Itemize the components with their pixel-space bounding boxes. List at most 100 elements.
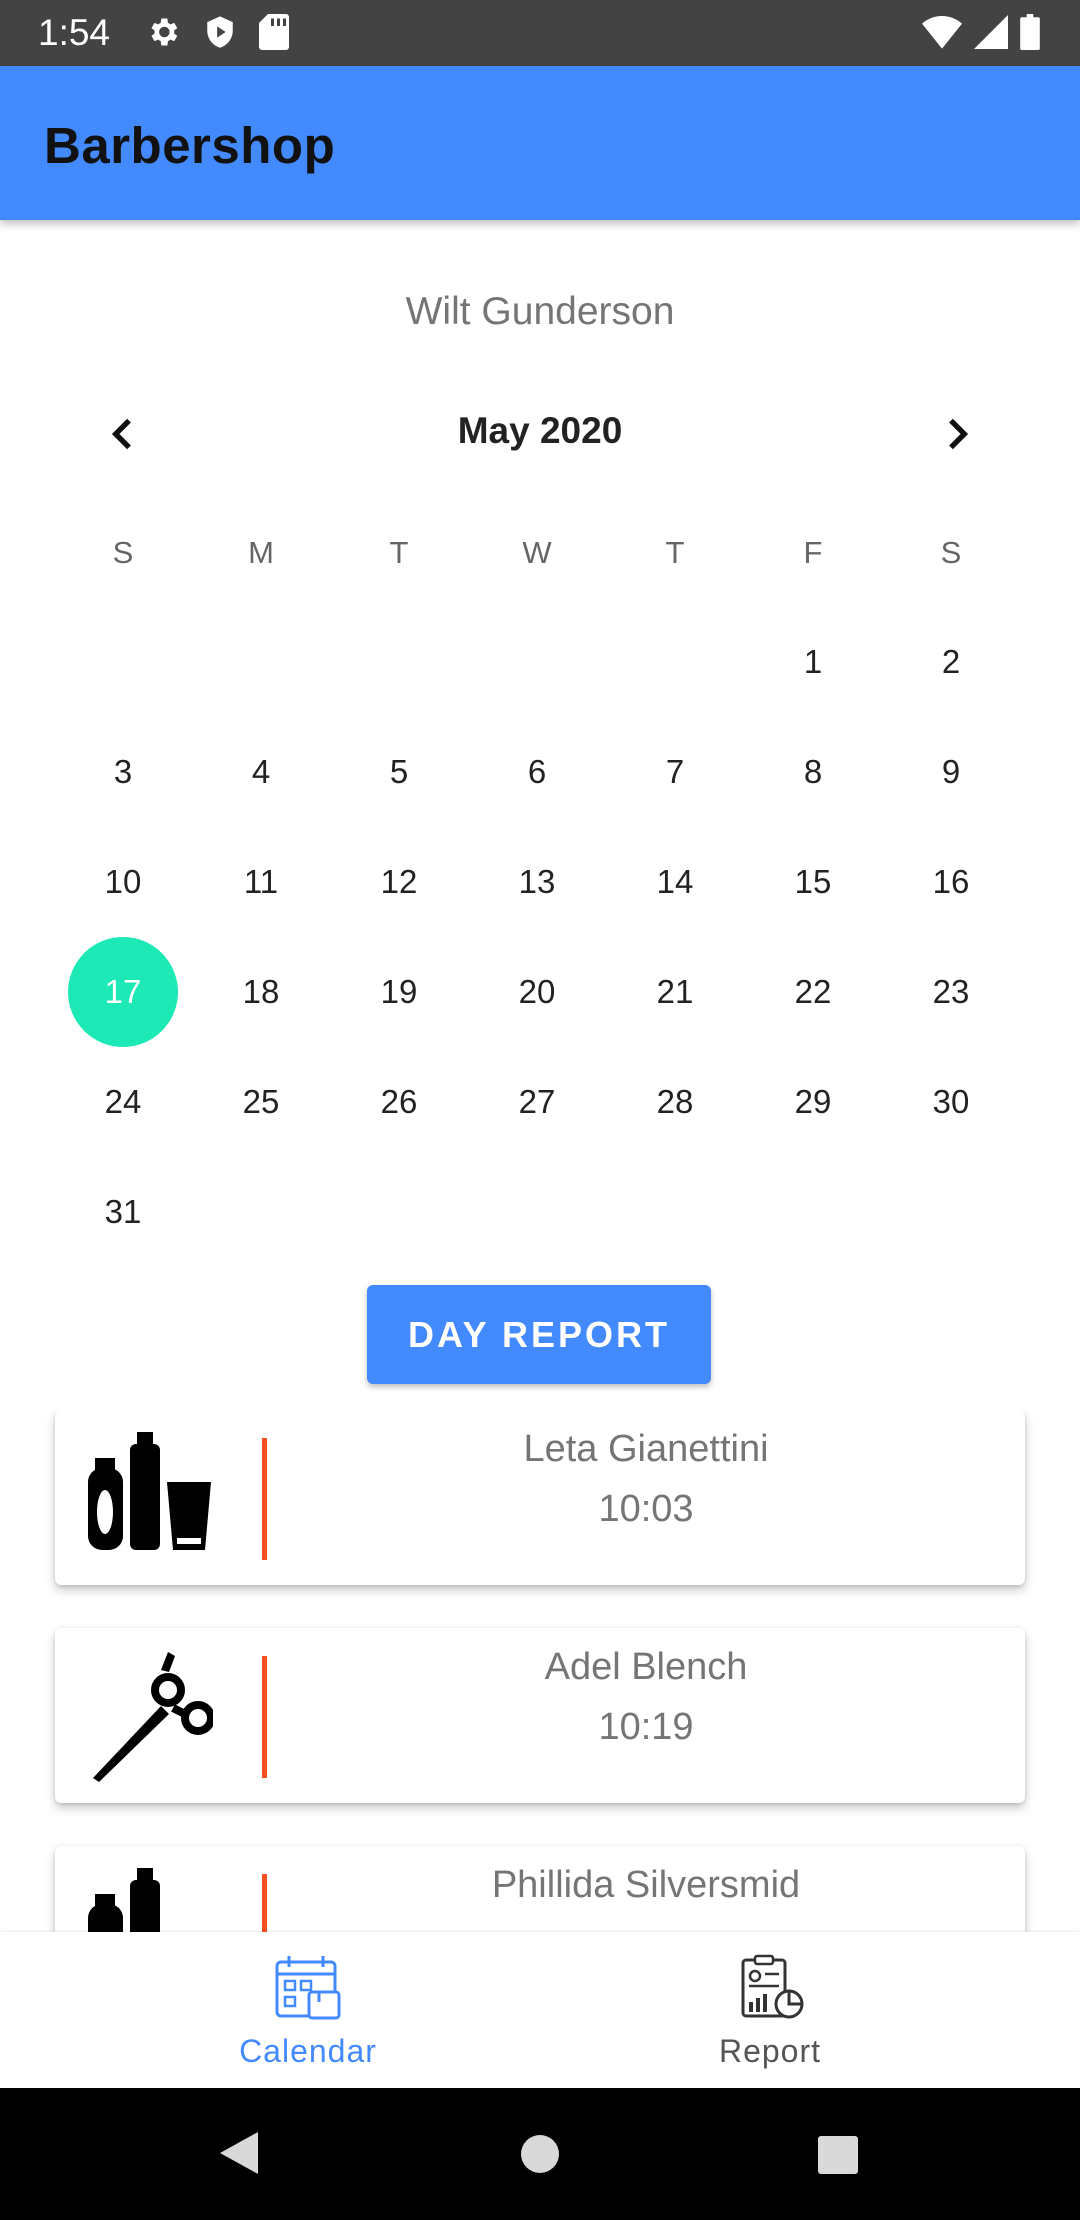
chevron-right-icon[interactable] <box>936 414 976 454</box>
calendar-empty-cell <box>192 607 330 717</box>
calendar-empty-cell <box>330 607 468 717</box>
calendar-day[interactable]: 18 <box>192 937 330 1047</box>
calendar-day-number: 15 <box>794 863 832 900</box>
calendar-day[interactable]: 10 <box>54 827 192 937</box>
calendar-day-number: 5 <box>389 753 409 790</box>
calendar-day[interactable]: 7 <box>606 717 744 827</box>
calendar-day-number: 31 <box>104 1193 142 1230</box>
status-time: 1:54 <box>38 12 111 53</box>
nav-item-calendar[interactable]: Calendar <box>178 1932 438 2088</box>
weekday-label: F <box>803 535 823 570</box>
wifi-icon <box>922 16 962 49</box>
calendar-day[interactable]: 5 <box>330 717 468 827</box>
calendar-day[interactable]: 11 <box>192 827 330 937</box>
appointment-list[interactable]: Leta Gianettini 10:03 Adel Blench 10:19 … <box>0 1410 1080 1932</box>
calendar-day-selected[interactable]: 17 <box>54 937 192 1047</box>
report-icon <box>741 1954 804 2019</box>
calendar-grid: 1 2 3 4 5 6 7 8 9 10 11 12 13 14 15 16 17 18 19 20 21 22 23 24 2… <box>54 607 1020 1267</box>
appointment-card[interactable]: Adel Blench 10:19 <box>55 1628 1025 1803</box>
weekday-label: T <box>389 535 409 570</box>
calendar-day[interactable]: 6 <box>468 717 606 827</box>
appointment-time: 10:03 <box>598 1488 694 1530</box>
calendar-day[interactable]: 26 <box>330 1047 468 1157</box>
calendar-empty-cell <box>468 1157 606 1267</box>
calendar-day[interactable]: 20 <box>468 937 606 1047</box>
nav-label-report: Report <box>718 2033 822 2069</box>
appointment-time: 10:19 <box>598 1706 694 1748</box>
signal-icon <box>974 15 1008 49</box>
calendar-day-number: 10 <box>104 863 142 900</box>
weekday-label: W <box>522 535 552 570</box>
shield-icon <box>207 16 233 48</box>
calendar-day[interactable]: 1 <box>744 607 882 717</box>
calendar-day[interactable]: 2 <box>882 607 1020 717</box>
calendar-day-number: 2 <box>941 643 961 680</box>
day-report-button[interactable]: DAY REPORT <box>367 1285 711 1384</box>
calendar-day[interactable]: 25 <box>192 1047 330 1157</box>
bottom-navigation: Calendar Report <box>0 1932 1080 2088</box>
calendar-day-number: 23 <box>932 973 970 1010</box>
calendar-day-number: 16 <box>932 863 970 900</box>
appointment-card[interactable]: Leta Gianettini 10:03 <box>55 1410 1025 1585</box>
recents-icon[interactable] <box>817 2135 859 2175</box>
status-bar: 1:54 <box>0 0 1080 66</box>
back-icon[interactable] <box>218 2130 260 2176</box>
sd-card-icon <box>259 14 289 50</box>
calendar-day[interactable]: 28 <box>606 1047 744 1157</box>
calendar-empty-cell <box>882 1157 1020 1267</box>
calendar-day[interactable]: 31 <box>54 1157 192 1267</box>
calendar-day-number: 14 <box>656 863 694 900</box>
calendar-day-number: 13 <box>518 863 556 900</box>
home-icon[interactable] <box>520 2134 560 2174</box>
calendar-empty-cell <box>468 607 606 717</box>
nav-item-report[interactable]: Report <box>640 1932 900 2088</box>
calendar-day-number: 19 <box>380 973 418 1010</box>
calendar-day[interactable]: 15 <box>744 827 882 937</box>
weekday-label: M <box>248 535 274 570</box>
hair-products-icon <box>88 1868 160 1932</box>
calendar-day[interactable]: 9 <box>882 717 1020 827</box>
calendar-day[interactable]: 12 <box>330 827 468 937</box>
calendar-day[interactable]: 30 <box>882 1047 1020 1157</box>
calendar-day-number: 4 <box>251 753 271 790</box>
calendar-day-number: 29 <box>794 1083 832 1120</box>
calendar-day-number: 26 <box>380 1083 418 1120</box>
calendar-day-number: 12 <box>380 863 418 900</box>
calendar-day-number: 20 <box>518 973 556 1010</box>
appointment-client: Phillida Silversmid <box>491 1864 801 1906</box>
settings-icon <box>151 18 178 46</box>
calendar-day[interactable]: 22 <box>744 937 882 1047</box>
calendar-day-number: 8 <box>803 753 823 790</box>
calendar-day[interactable]: 3 <box>54 717 192 827</box>
calendar-day-number: 17 <box>104 973 142 1010</box>
weekday-labels: S M T W T F S <box>54 535 1020 571</box>
calendar-day[interactable]: 27 <box>468 1047 606 1157</box>
calendar-day-number: 6 <box>527 753 547 790</box>
calendar-day[interactable]: 23 <box>882 937 1020 1047</box>
system-navigation-bar <box>0 2088 1080 2220</box>
scissors-icon <box>93 1652 213 1782</box>
calendar-empty-cell <box>192 1157 330 1267</box>
calendar-day[interactable]: 24 <box>54 1047 192 1157</box>
calendar-day-number: 7 <box>665 753 685 790</box>
calendar-day-number: 21 <box>656 973 694 1010</box>
calendar-day[interactable]: 8 <box>744 717 882 827</box>
calendar-day-number: 27 <box>518 1083 556 1120</box>
battery-icon <box>1020 14 1040 50</box>
barber-name: Wilt Gunderson <box>405 290 675 333</box>
calendar-day[interactable]: 16 <box>882 827 1020 937</box>
appointment-client: Adel Blench <box>544 1646 748 1688</box>
calendar-day-number: 1 <box>803 643 823 680</box>
calendar-empty-cell <box>744 1157 882 1267</box>
calendar-day[interactable]: 21 <box>606 937 744 1047</box>
appointment-card[interactable]: Phillida Silversmid <box>55 1846 1025 1932</box>
calendar-day[interactable]: 14 <box>606 827 744 937</box>
calendar-day[interactable]: 29 <box>744 1047 882 1157</box>
weekday-label: S <box>112 535 134 570</box>
calendar-day[interactable]: 13 <box>468 827 606 937</box>
weekday-label: T <box>665 535 685 570</box>
calendar-day[interactable]: 4 <box>192 717 330 827</box>
calendar-day[interactable]: 19 <box>330 937 468 1047</box>
weekday-label: S <box>940 535 962 570</box>
nav-label-calendar: Calendar <box>239 2033 377 2069</box>
